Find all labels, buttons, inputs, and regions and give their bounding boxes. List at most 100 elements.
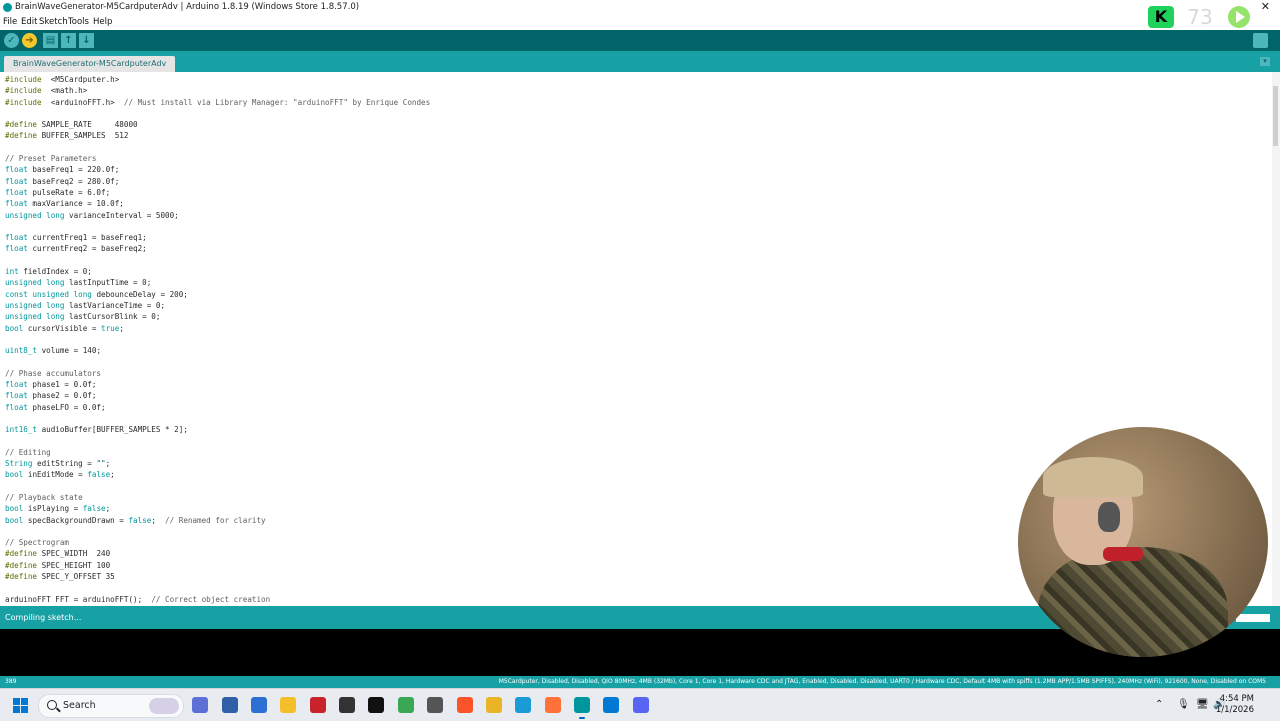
file-explorer-icon[interactable] xyxy=(280,697,296,713)
code-line[interactable]: // Phase accumulators xyxy=(5,368,430,379)
tab-sketch[interactable]: BrainWaveGenerator-M5CardputerAdv xyxy=(4,56,176,72)
code-token: SPEC_WIDTH 240 xyxy=(37,549,111,559)
code-line[interactable]: unsigned long lastInputTime = 0; xyxy=(5,277,430,288)
code-token: fieldIndex = 0; xyxy=(18,267,92,277)
windows-start-icon[interactable] xyxy=(13,698,28,713)
scrollbar-thumb[interactable] xyxy=(1273,86,1278,146)
save-sketch-button[interactable]: ↓ xyxy=(79,33,94,48)
code-line[interactable]: #define SAMPLE_RATE 48000 xyxy=(5,119,430,130)
capcut-icon[interactable] xyxy=(368,697,384,713)
code-line[interactable] xyxy=(5,436,430,447)
copilot-app-icon[interactable] xyxy=(192,697,208,713)
vertical-scrollbar[interactable] xyxy=(1272,72,1280,606)
code-token: maxVariance = 10.0f; xyxy=(27,199,124,209)
microphone-icon[interactable]: 🎙 xyxy=(1177,699,1190,710)
menu-sketch[interactable]: Sketch xyxy=(39,17,68,27)
clock-app-icon[interactable] xyxy=(339,697,355,713)
code-line[interactable]: unsigned long lastCursorBlink = 0; xyxy=(5,311,430,322)
code-line[interactable]: int16_t audioBuffer[BUFFER_SAMPLES * 2]; xyxy=(5,424,430,435)
code-line[interactable]: float phase2 = 0.0f; xyxy=(5,390,430,401)
code-line[interactable]: #include <math.h> xyxy=(5,85,430,96)
code-line[interactable]: uint8_t volume = 140; xyxy=(5,345,430,356)
menu-file[interactable]: File xyxy=(3,17,17,27)
code-line[interactable]: float maxVariance = 10.0f; xyxy=(5,198,430,209)
toolbar: ✓ ➔ ▤ ↑ ↓ xyxy=(0,30,1280,51)
code-line[interactable]: #define SPEC_WIDTH 240 xyxy=(5,548,430,559)
arduino-icon[interactable] xyxy=(574,697,590,719)
tab-menu-chevron-down-icon[interactable]: ▾ xyxy=(1260,57,1270,66)
settings-icon[interactable] xyxy=(427,697,443,713)
code-token: lastInputTime = 0; xyxy=(64,278,152,288)
code-line[interactable]: int fieldIndex = 0; xyxy=(5,266,430,277)
discord-icon[interactable] xyxy=(633,697,649,713)
code-line[interactable]: const unsigned long debounceDelay = 200; xyxy=(5,289,430,300)
code-line[interactable] xyxy=(5,334,430,345)
tray-chevron-up-icon[interactable]: ⌃ xyxy=(1155,699,1163,710)
code-line[interactable] xyxy=(5,356,430,367)
code-line[interactable] xyxy=(5,108,430,119)
code-line[interactable]: #include <arduinoFFT.h> // Must install … xyxy=(5,97,430,108)
code-line[interactable]: // Spectrogram xyxy=(5,537,430,548)
code-line[interactable]: float currentFreq1 = baseFreq1; xyxy=(5,232,430,243)
code-line[interactable]: #include <M5Cardputer.h> xyxy=(5,74,430,85)
code-line[interactable]: bool isPlaying = false; xyxy=(5,503,430,514)
brave-icon[interactable] xyxy=(457,697,473,713)
edge-icon[interactable] xyxy=(515,697,531,713)
menu-edit[interactable]: Edit xyxy=(21,17,37,27)
compile-progress-bar xyxy=(1236,614,1270,622)
phone-link-icon[interactable] xyxy=(222,697,238,713)
code-token: pulseRate = 6.0f; xyxy=(27,187,111,197)
code-line[interactable] xyxy=(5,481,430,492)
menu-tools[interactable]: Tools xyxy=(68,17,89,27)
code-token: inEditMode = xyxy=(23,470,88,480)
news-app-icon[interactable] xyxy=(310,697,326,713)
code-line[interactable]: // Editing xyxy=(5,447,430,458)
code-line[interactable]: #define BUFFER_SAMPLES 512 xyxy=(5,130,430,141)
code-line[interactable]: #define SPEC_Y_OFFSET 35 xyxy=(5,571,430,582)
code-token: SAMPLE_RATE 48000 xyxy=(37,120,138,130)
code-line[interactable]: float baseFreq1 = 220.0f; xyxy=(5,164,430,175)
chrome-icon[interactable] xyxy=(486,697,502,713)
code-line[interactable] xyxy=(5,413,430,424)
code-line[interactable]: float pulseRate = 6.0f; xyxy=(5,187,430,198)
code-line[interactable] xyxy=(5,142,430,153)
maps-app-icon[interactable] xyxy=(398,697,414,713)
code-line[interactable]: #define SPEC_HEIGHT 100 xyxy=(5,560,430,571)
code-line[interactable] xyxy=(5,582,430,593)
code-line[interactable]: bool specBackgroundDrawn = false; // Ren… xyxy=(5,515,430,526)
close-icon[interactable]: ✕ xyxy=(1261,0,1270,13)
code-line[interactable]: unsigned long varianceInterval = 5000; xyxy=(5,210,430,221)
code-text[interactable]: #include <M5Cardputer.h> #include <math.h… xyxy=(5,74,430,605)
code-line[interactable] xyxy=(5,526,430,537)
code-line[interactable]: String editString = ""; xyxy=(5,458,430,469)
code-line[interactable]: unsigned long lastVarianceTime = 0; xyxy=(5,300,430,311)
code-line[interactable]: bool cursorVisible = true; xyxy=(5,323,430,334)
code-line[interactable]: arduinoFFT FFT = arduinoFFT(); // Correc… xyxy=(5,594,430,605)
verify-button[interactable]: ✓ xyxy=(4,33,19,48)
code-line[interactable]: float phaseLFO = 0.0f; xyxy=(5,402,430,413)
code-line[interactable]: float phase1 = 0.0f; xyxy=(5,379,430,390)
code-line[interactable]: // Preset Parameters xyxy=(5,153,430,164)
code-token: editString = xyxy=(32,459,97,469)
vscode-icon[interactable] xyxy=(603,697,619,713)
code-line[interactable]: float baseFreq2 = 280.0f; xyxy=(5,176,430,187)
open-sketch-button[interactable]: ↑ xyxy=(61,33,76,48)
taskbar-search-box[interactable]: Search xyxy=(38,694,184,718)
code-line[interactable] xyxy=(5,221,430,232)
app-r-icon[interactable] xyxy=(251,697,267,713)
status-message: Compiling sketch... xyxy=(5,613,82,622)
code-line[interactable]: // Playback state xyxy=(5,492,430,503)
network-icon[interactable]: 🖥 xyxy=(1196,699,1209,710)
new-sketch-button[interactable]: ▤ xyxy=(43,33,58,48)
code-token: specBackgroundDrawn = xyxy=(23,515,129,525)
menu-help[interactable]: Help xyxy=(93,17,112,27)
system-clock[interactable]: 4:54 PM 1/1/2026 xyxy=(1216,694,1254,716)
code-line[interactable] xyxy=(5,255,430,266)
code-line[interactable]: bool inEditMode = false; xyxy=(5,469,430,480)
window-title: BrainWaveGenerator-M5CardputerAdv | Ardu… xyxy=(15,2,360,12)
code-token: // Preset Parameters xyxy=(5,154,97,164)
upload-button[interactable]: ➔ xyxy=(22,33,37,48)
code-line[interactable]: float currentFreq2 = baseFreq2; xyxy=(5,243,430,254)
serial-monitor-icon[interactable] xyxy=(1253,33,1268,48)
firefox-icon[interactable] xyxy=(545,697,561,713)
